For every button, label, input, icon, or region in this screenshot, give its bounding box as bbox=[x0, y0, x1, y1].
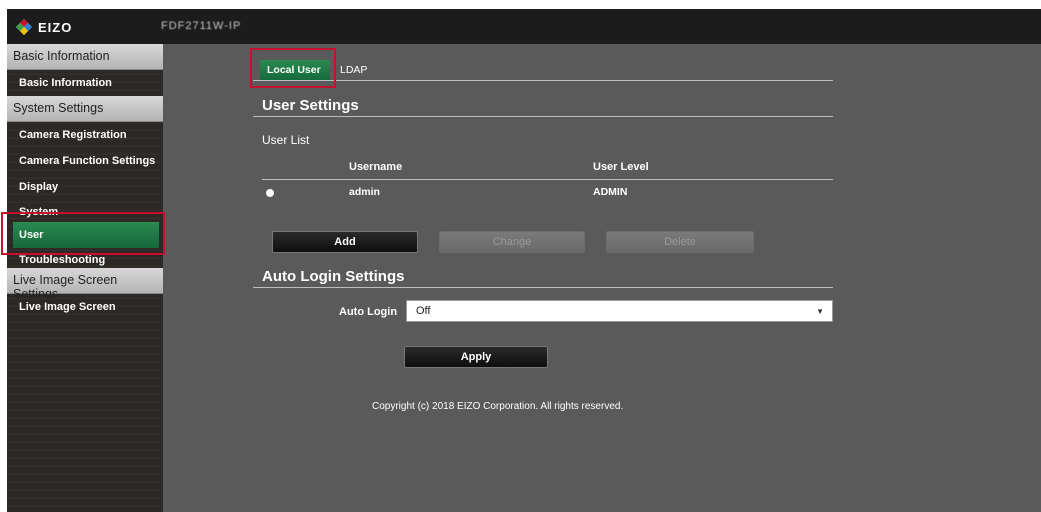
user-row-radio[interactable] bbox=[266, 189, 274, 197]
auto-login-label: Auto Login bbox=[339, 306, 398, 318]
auto-login-divider bbox=[253, 287, 833, 288]
eizo-logo-icon bbox=[16, 19, 32, 35]
user-level-cell: ADMIN bbox=[593, 186, 628, 198]
change-button[interactable]: Change bbox=[439, 231, 585, 253]
auto-login-select[interactable]: Off ▼ bbox=[406, 300, 833, 322]
chevron-down-icon: ▼ bbox=[816, 307, 824, 316]
user-item-highlight bbox=[1, 212, 165, 255]
local-user-tab-highlight bbox=[250, 48, 336, 88]
user-list-label: User List bbox=[262, 133, 310, 147]
sidebar-item-basic-information[interactable]: Basic Information bbox=[7, 70, 163, 96]
copyright-text: Copyright (c) 2018 EIZO Corporation. All… bbox=[372, 401, 624, 412]
user-settings-heading: User Settings bbox=[262, 97, 359, 114]
top-bar: EIZO FDF2711W-IP bbox=[7, 9, 1041, 44]
auto-login-value: Off bbox=[416, 305, 431, 317]
user-settings-divider bbox=[253, 116, 833, 117]
apply-button[interactable]: Apply bbox=[404, 346, 548, 368]
brand-name: EIZO bbox=[38, 19, 73, 35]
sidebar-item-camera-function-settings[interactable]: Camera Function Settings bbox=[7, 148, 163, 174]
sidebar-item-display[interactable]: Display bbox=[7, 174, 163, 200]
tab-divider bbox=[253, 80, 833, 81]
tab-ldap[interactable]: LDAP bbox=[333, 60, 374, 81]
add-button[interactable]: Add bbox=[272, 231, 418, 253]
auto-login-settings-heading: Auto Login Settings bbox=[262, 268, 405, 285]
username-cell: admin bbox=[349, 186, 380, 198]
sidebar-item-camera-registration[interactable]: Camera Registration bbox=[7, 122, 163, 148]
sidebar: Basic Information Basic Information Syst… bbox=[7, 44, 163, 512]
device-name: FDF2711W-IP bbox=[161, 20, 242, 32]
column-header-user-level: User Level bbox=[593, 161, 649, 173]
sidebar-section-system-settings[interactable]: System Settings bbox=[7, 96, 163, 122]
app-window: EIZO FDF2711W-IP Basic Information Basic… bbox=[7, 9, 1041, 512]
brand-logo: EIZO bbox=[15, 18, 72, 36]
table-header-divider bbox=[262, 179, 833, 180]
sidebar-section-live-image-screen-settings[interactable]: Live Image Screen Settings bbox=[7, 268, 163, 301]
column-header-username: Username bbox=[349, 161, 403, 173]
delete-button[interactable]: Delete bbox=[606, 231, 754, 253]
sidebar-section-basic-information[interactable]: Basic Information bbox=[7, 44, 163, 70]
